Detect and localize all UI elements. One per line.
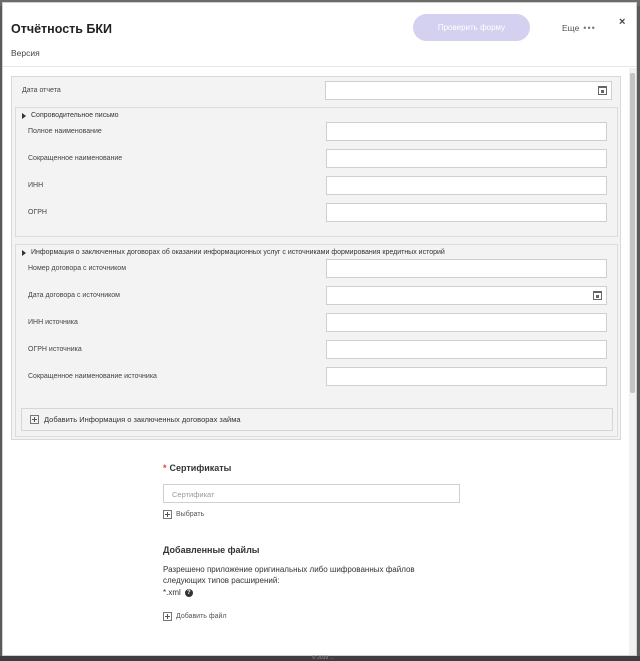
contract-date-label: Дата договора с источником — [28, 292, 120, 299]
certificates-title: * Сертификаты — [163, 463, 231, 473]
more-label: Еще — [562, 23, 580, 33]
contract-number-input[interactable] — [326, 259, 607, 278]
cover-letter-toggle[interactable]: Сопроводительное письмо — [22, 112, 119, 119]
close-icon[interactable]: × — [619, 16, 625, 28]
version-label: Версия — [11, 48, 40, 58]
scrollbar-thumb[interactable] — [630, 73, 635, 393]
report-form: Дата отчета Сопроводительное письмо Полн… — [11, 76, 621, 440]
expand-arrow-icon — [22, 249, 26, 256]
modal-body: Дата отчета Сопроводительное письмо Полн… — [3, 68, 626, 655]
cover-letter-title: Сопроводительное письмо — [31, 112, 119, 119]
modal-header: Отчётность БКИ Версия Проверить форму Ещ… — [3, 3, 636, 67]
source-short-name-input[interactable] — [326, 367, 607, 386]
contracts-title: Информация о заключенных договорах об ок… — [31, 249, 445, 256]
cover-letter-section: Сопроводительное письмо Полное наименова… — [15, 107, 618, 237]
added-files-title: Добавленные файлы — [163, 545, 260, 555]
full-name-label: Полное наименование — [28, 128, 102, 135]
calendar-icon[interactable] — [593, 291, 602, 300]
modal-dialog: Отчётность БКИ Версия Проверить форму Ещ… — [2, 2, 637, 656]
report-date-input[interactable] — [325, 81, 612, 100]
source-short-name-label: Сокращенное наименование источника — [28, 373, 157, 380]
report-date-label: Дата отчета — [22, 87, 61, 94]
inn-label: ИНН — [28, 182, 44, 189]
contract-date-input[interactable] — [326, 286, 607, 305]
source-inn-input[interactable] — [326, 313, 607, 332]
short-name-input[interactable] — [326, 149, 607, 168]
extension-text: *.xml — [163, 588, 181, 597]
ogrn-label: ОГРН — [28, 209, 47, 216]
help-icon[interactable]: ? — [184, 588, 193, 597]
short-name-label: Сокращенное наименование — [28, 155, 123, 162]
check-form-button[interactable]: Проверить форму — [413, 14, 530, 41]
page-title: Отчётность БКИ — [11, 22, 113, 36]
plus-icon — [163, 612, 172, 621]
source-inn-label: ИНН источника — [28, 319, 78, 326]
calendar-icon[interactable] — [598, 86, 607, 95]
add-loan-info-button[interactable]: Добавить Информация о заключенных догово… — [21, 408, 613, 431]
inn-input[interactable] — [326, 176, 607, 195]
allowed-extension: *.xml ? — [163, 588, 193, 597]
select-certificate-button[interactable]: Выбрать — [163, 510, 204, 519]
full-name-input[interactable] — [326, 122, 607, 141]
contracts-toggle[interactable]: Информация о заключенных договорах об ок… — [22, 249, 445, 256]
source-ogrn-label: ОГРН источника — [28, 346, 82, 353]
footer-text: © 2019 ... — [312, 655, 334, 661]
ogrn-input[interactable] — [326, 203, 607, 222]
contract-number-label: Номер договора с источником — [28, 265, 127, 272]
plus-icon — [163, 510, 172, 519]
more-dots-icon: ••• — [583, 23, 596, 33]
more-menu[interactable]: Еще ••• — [562, 23, 596, 33]
add-loan-info-label: Добавить Информация о заключенных догово… — [44, 415, 241, 424]
certificates-label: Сертификаты — [169, 463, 232, 473]
add-file-button[interactable]: Добавить файл — [163, 612, 227, 621]
select-label: Выбрать — [176, 511, 205, 518]
expand-arrow-icon — [22, 112, 26, 119]
add-file-label: Добавить файл — [176, 613, 227, 620]
files-description: Разрешено приложение оригинальных либо ш… — [163, 565, 415, 585]
plus-icon — [30, 415, 39, 424]
required-mark: * — [163, 463, 167, 473]
source-ogrn-input[interactable] — [326, 340, 607, 359]
certificate-input[interactable]: Сертификат — [163, 484, 460, 503]
